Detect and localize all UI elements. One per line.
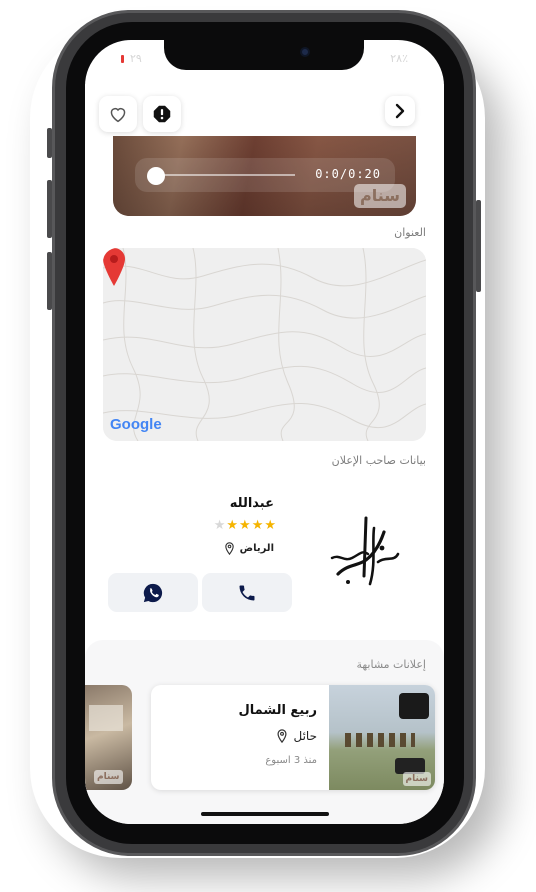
map-terrain (103, 248, 426, 441)
camels-detail (345, 733, 415, 747)
back-button[interactable] (385, 96, 415, 126)
seek-track[interactable] (155, 174, 295, 176)
ad-location-text: حائل (293, 729, 317, 743)
whatsapp-icon (143, 583, 163, 602)
media-time: 0:0/0:20 (315, 167, 381, 181)
car-mirror-detail (399, 693, 429, 719)
ad-thumbnail-watermark: سنام (94, 770, 123, 784)
rating-star-icon: ★ (239, 518, 251, 533)
map-pin-icon (103, 248, 125, 286)
similar-ad-card[interactable]: سنام (85, 685, 132, 790)
google-logo-text: Google (110, 416, 162, 433)
heart-icon (110, 107, 126, 123)
rating-star-icon: ★ (213, 518, 226, 533)
device-mockup: ٢٩ ٢٨٪ 0:0/0:20 سنام العنوان Google بيان… (0, 0, 536, 892)
location-map[interactable]: Google (103, 248, 426, 441)
top-action-bar (85, 84, 444, 138)
seller-name: عبدالله (229, 496, 274, 511)
phone-icon (239, 585, 255, 600)
seller-section-label: بيانات صاحب الإعلان (331, 454, 426, 467)
seller-location: الرياض (224, 542, 274, 555)
ad-thumbnail: سنام (329, 685, 435, 790)
seek-handle[interactable] (147, 167, 165, 185)
volume-up-button (47, 180, 52, 238)
rating-star-icon: ★ (226, 518, 239, 533)
ad-thumbnail-detail (89, 705, 123, 731)
ad-thumbnail-watermark: سنام (402, 772, 431, 786)
ad-media-player[interactable]: 0:0/0:20 سنام (113, 136, 416, 216)
favorite-button[interactable] (99, 96, 137, 132)
location-pin-icon (277, 729, 288, 743)
similar-ads-label: إعلانات مشابهة (356, 658, 426, 671)
similar-ad-card[interactable]: سنام ربيع الشمال حائل منذ 3 اسبوع (151, 685, 435, 790)
seller-logo (306, 492, 426, 612)
call-button[interactable] (202, 573, 292, 612)
app-screen: ٢٩ ٢٨٪ 0:0/0:20 سنام العنوان Google بيان… (85, 40, 444, 824)
status-bar-left: ٢٩ (121, 52, 142, 65)
chevron-right-icon (395, 103, 405, 119)
seller-rating: ★ ★ ★ ★ ★ (214, 518, 276, 533)
report-button[interactable] (143, 96, 181, 132)
front-camera (300, 47, 310, 57)
status-time: ٢٩ (130, 52, 142, 65)
ad-title: ربيع الشمال (238, 703, 317, 718)
home-indicator (201, 812, 329, 816)
ad-location: حائل (276, 729, 317, 743)
status-battery: ٢٨٪ (390, 52, 408, 65)
seller-location-text: الرياض (239, 543, 274, 554)
media-watermark: سنام (354, 184, 406, 208)
calligraphy-logo-image (330, 516, 400, 586)
rating-star-icon: ★ (251, 518, 264, 533)
volume-down-button (47, 252, 52, 310)
seller-info: عبدالله ★ ★ ★ ★ ★ الرياض (103, 492, 426, 620)
address-label: العنوان (394, 226, 426, 239)
rating-star-icon: ★ (264, 518, 276, 533)
alert-octagon-icon (153, 105, 171, 123)
mute-switch (47, 128, 52, 158)
location-pin-icon (224, 542, 234, 555)
whatsapp-button[interactable] (108, 573, 198, 612)
phone-notch (164, 40, 364, 70)
google-attribution: Google (110, 416, 162, 433)
battery-low-indicator (121, 54, 124, 63)
ad-posted-time: منذ 3 اسبوع (265, 755, 317, 766)
power-button (476, 200, 481, 292)
